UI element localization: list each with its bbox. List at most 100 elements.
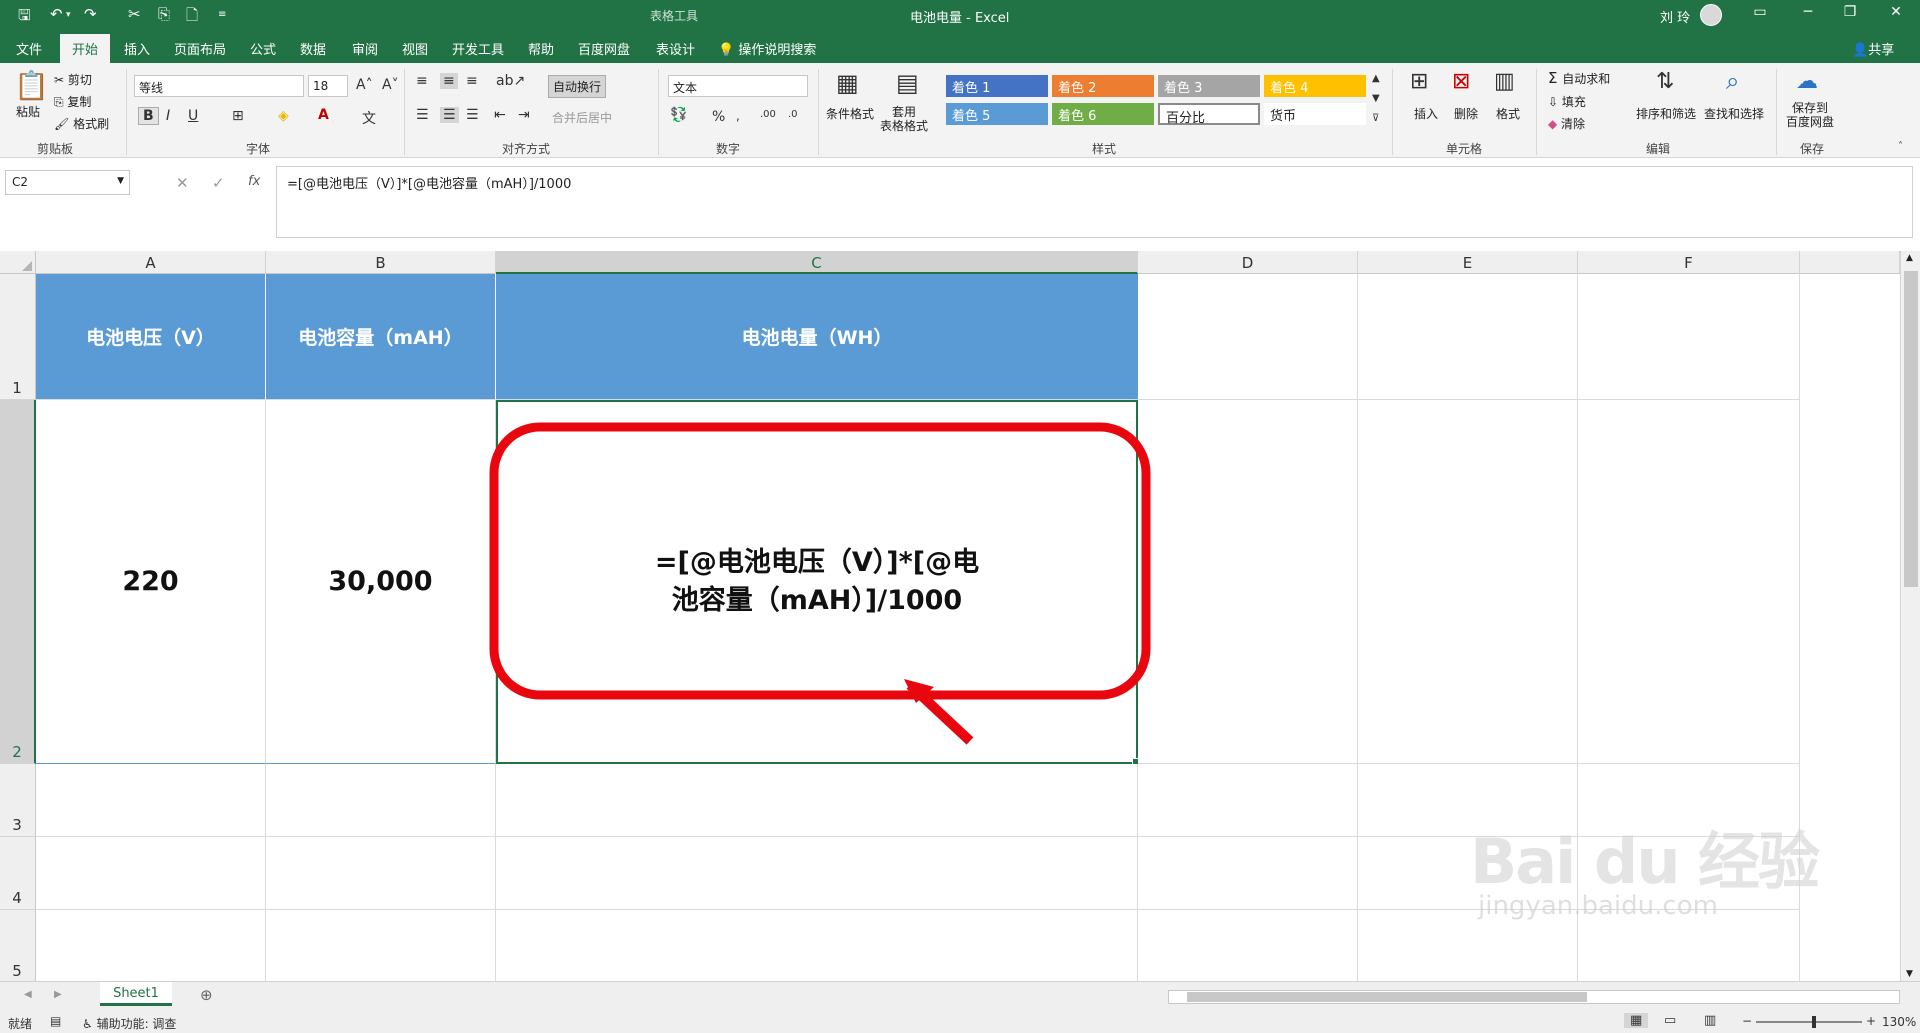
merge-center-button[interactable]: 合并后居中 (552, 109, 612, 126)
underline-button[interactable]: U (188, 108, 198, 124)
number-format-select[interactable]: 文本 (668, 75, 808, 97)
user-name[interactable]: 刘 玲 (1660, 7, 1690, 26)
cell-f2[interactable] (1578, 400, 1800, 764)
increase-indent-icon[interactable]: ⇥ (518, 107, 530, 123)
wrap-text-button[interactable]: 自动换行 (548, 75, 607, 98)
close-icon[interactable]: ✕ (1876, 4, 1916, 20)
phonetic-icon[interactable]: 文 (362, 108, 376, 128)
redo-icon[interactable]: ↷ (84, 5, 97, 23)
tab-help[interactable]: 帮助 (528, 39, 554, 58)
tab-table-design[interactable]: 表设计 (656, 39, 695, 58)
cut-button[interactable]: ✂ 剪切 (54, 71, 92, 88)
horizontal-scrollbar[interactable] (1168, 990, 1900, 1004)
zoom-level[interactable]: 130% (1882, 1015, 1916, 1029)
cell-d3[interactable] (1138, 764, 1358, 837)
align-left-icon[interactable]: ☰ (416, 107, 429, 123)
vertical-scrollbar[interactable]: ▲ ▼ (1900, 251, 1920, 981)
tab-developer[interactable]: 开发工具 (452, 39, 504, 58)
align-center-icon[interactable]: ☰ (440, 107, 459, 123)
paste-icon[interactable]: 📋 (14, 69, 49, 102)
tab-review[interactable]: 审阅 (352, 39, 378, 58)
cell-c5[interactable] (496, 910, 1138, 981)
styles-scroll-up-icon[interactable]: ▲ (1372, 73, 1380, 84)
add-sheet-icon[interactable]: ⊕ (200, 986, 213, 1004)
column-header-f[interactable]: F (1578, 251, 1800, 274)
table-format-icon[interactable]: ▤ (896, 69, 919, 97)
cell-b5[interactable] (266, 910, 496, 981)
prev-sheet-icon[interactable]: ◀ (24, 989, 32, 1000)
cell-b1[interactable]: 电池容量（mAH） (266, 274, 496, 400)
find-select-button[interactable]: 查找和选择 (1704, 105, 1764, 122)
name-box[interactable]: C2 ▼ (5, 170, 130, 195)
bold-button[interactable]: B (138, 107, 159, 125)
cell-a1[interactable]: 电池电压（V） (36, 274, 266, 400)
cell-c1[interactable]: 电池电量（WH） (496, 274, 1138, 400)
page-break-view-icon[interactable]: ▥ (1704, 1013, 1716, 1028)
tab-formulas[interactable]: 公式 (250, 39, 276, 58)
cell-b2[interactable]: 30,000 (266, 400, 496, 764)
cell-d4[interactable] (1138, 837, 1358, 910)
restore-icon[interactable]: ❐ (1830, 4, 1870, 20)
style-accent3[interactable]: 着色 3 (1158, 75, 1260, 97)
row-header-3[interactable]: 3 (0, 764, 36, 837)
row-header-5[interactable]: 5 (0, 910, 36, 981)
avatar[interactable] (1700, 4, 1722, 26)
styles-scroll-down-icon[interactable]: ▼ (1372, 93, 1380, 104)
cell-d1[interactable] (1138, 274, 1358, 400)
cell-a2[interactable]: 220 (36, 400, 266, 764)
zoom-in-icon[interactable]: + (1866, 1014, 1876, 1028)
style-percent[interactable]: 百分比 (1158, 103, 1260, 126)
cell-d5[interactable] (1138, 910, 1358, 981)
autosum-button[interactable]: Σ 自动求和 (1548, 69, 1610, 87)
align-top-icon[interactable]: ≡ (416, 73, 428, 89)
decrease-decimal-icon[interactable]: .0 (788, 109, 798, 120)
sheet-tab-sheet1[interactable]: Sheet1 (100, 982, 172, 1006)
find-select-icon[interactable]: ⌕ (1726, 67, 1739, 95)
row-header-4[interactable]: 4 (0, 837, 36, 910)
vertical-scroll-thumb[interactable] (1904, 271, 1918, 587)
zoom-slider-thumb[interactable] (1812, 1016, 1816, 1028)
cell-a5[interactable] (36, 910, 266, 981)
font-size-select[interactable]: 18 (308, 75, 348, 97)
percent-button[interactable]: % (712, 109, 725, 125)
column-header-a[interactable]: A (36, 251, 266, 274)
column-header-c[interactable]: C (496, 251, 1138, 274)
align-middle-icon[interactable]: ≡ (440, 73, 458, 89)
zoom-slider[interactable] (1756, 1016, 1862, 1028)
normal-view-icon[interactable]: ▦ (1624, 1013, 1649, 1028)
cell-d2[interactable] (1138, 400, 1358, 764)
increase-decimal-icon[interactable]: .00 (760, 109, 776, 120)
save-to-netdisk-button[interactable]: 保存到 百度网盘 (1786, 101, 1834, 129)
delete-cells-button[interactable]: 删除 (1454, 105, 1478, 122)
style-currency[interactable]: 货币 (1264, 103, 1366, 125)
style-accent4[interactable]: 着色 4 (1264, 75, 1366, 97)
column-header-b[interactable]: B (266, 251, 496, 274)
undo-dropdown-icon[interactable]: ▾ (66, 10, 71, 20)
macro-record-icon[interactable]: ▤ (50, 1014, 61, 1028)
cell-c4[interactable] (496, 837, 1138, 910)
cut-quick-icon[interactable]: ✂ (128, 5, 141, 23)
tab-baidu-netdisk[interactable]: 百度网盘 (578, 39, 630, 58)
zoom-out-icon[interactable]: − (1742, 1014, 1752, 1028)
cell-b3[interactable] (266, 764, 496, 837)
share-button[interactable]: 👤共享 (1852, 39, 1894, 58)
new-file-icon[interactable]: 🗋 (186, 5, 198, 30)
tab-data[interactable]: 数据 (300, 39, 326, 58)
font-name-select[interactable]: 等线 (134, 75, 304, 97)
format-cells-button[interactable]: 格式 (1496, 105, 1520, 122)
fill-color-icon[interactable]: ◈ (278, 108, 289, 124)
conditional-format-button[interactable]: 条件格式 (826, 105, 874, 122)
formula-input[interactable]: =[@电池电压（V）]*[@电池容量（mAH）]/1000 (276, 166, 1913, 238)
style-accent6[interactable]: 着色 6 (1052, 103, 1154, 125)
scroll-down-icon[interactable]: ▼ (1906, 969, 1913, 979)
baidu-cloud-icon[interactable]: ☁ (1796, 69, 1818, 94)
tab-file[interactable]: 文件 (16, 39, 42, 58)
cell-a4[interactable] (36, 837, 266, 910)
name-box-dropdown-icon[interactable]: ▼ (117, 176, 124, 186)
next-sheet-icon[interactable]: ▶ (54, 989, 62, 1000)
scroll-up-icon[interactable]: ▲ (1906, 253, 1913, 263)
increase-font-icon[interactable]: A˄ (356, 77, 373, 93)
cell-c3[interactable] (496, 764, 1138, 837)
comma-icon[interactable]: , (736, 109, 740, 123)
format-quick-icon[interactable]: ⎘ (158, 5, 170, 23)
